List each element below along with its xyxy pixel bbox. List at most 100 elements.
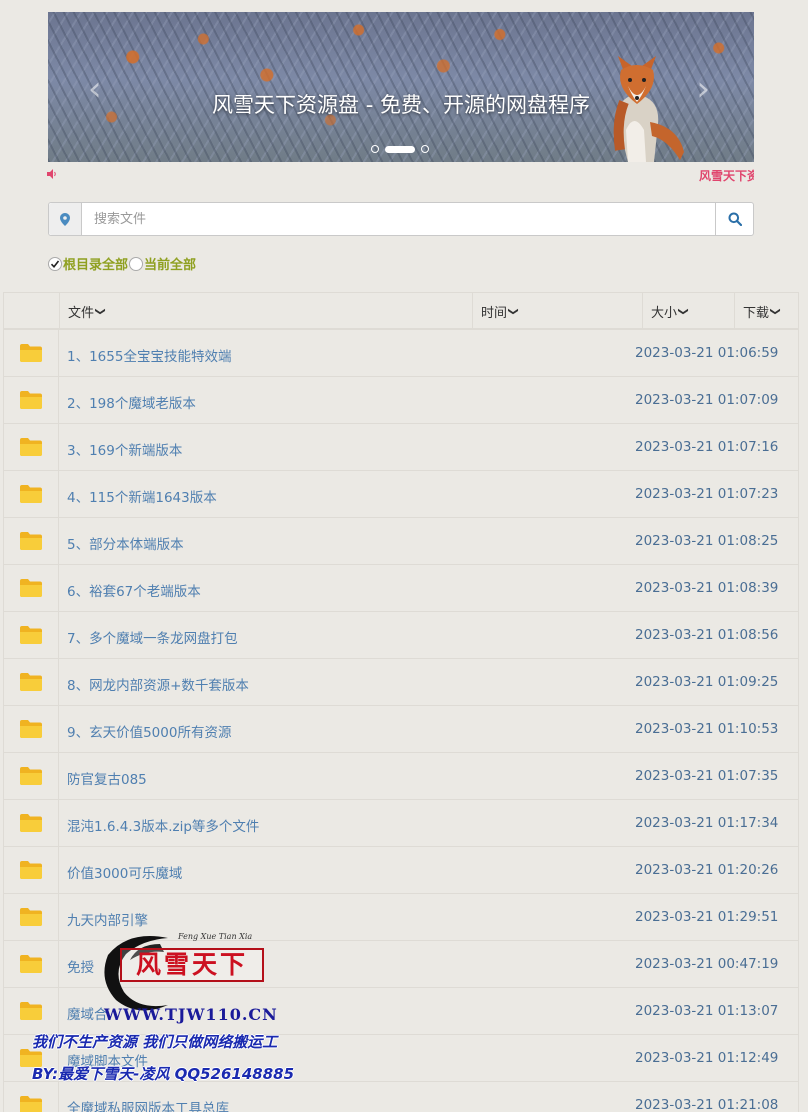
search-icon: [728, 212, 742, 226]
folder-icon: [4, 1035, 59, 1081]
folder-name-link[interactable]: 8、网龙内部资源+数千套版本: [67, 674, 249, 694]
folder-time: 2023-03-21 01:07:09: [635, 392, 779, 408]
table-row[interactable]: 3、169个新端版本 2023-03-21 01:07:16: [4, 424, 798, 471]
carousel-dot-2[interactable]: [385, 145, 415, 153]
folder-time: 2023-03-21 01:06:59: [635, 345, 779, 361]
folder-time: 2023-03-21 01:07:16: [635, 439, 779, 455]
folder-icon: [4, 565, 59, 611]
folder-icon: [4, 988, 59, 1034]
check-icon: [50, 260, 60, 268]
table-row[interactable]: 8、网龙内部资源+数千套版本 2023-03-21 01:09:25: [4, 659, 798, 706]
banner-carousel[interactable]: 风雪天下资源盘 - 免费、开源的网盘程序 ‹ ›: [48, 12, 754, 162]
folder-icon: [4, 424, 59, 470]
folder-time: 2023-03-21 01:12:49: [635, 1050, 779, 1066]
chevron-down-icon: ❯: [507, 306, 519, 316]
folder-time: 2023-03-21 01:07:35: [635, 768, 779, 784]
folder-name-link[interactable]: 魔域脚本文件: [67, 1050, 148, 1070]
table-row[interactable]: 7、多个魔域一条龙网盘打包 2023-03-21 01:08:56: [4, 612, 798, 659]
folder-icon: [4, 1082, 59, 1112]
scope-radio-current[interactable]: [129, 256, 144, 271]
table-body: 1、1655全宝宝技能特效端 2023-03-21 01:06:59 2、198个魔…: [4, 330, 798, 1112]
carousel-next-button[interactable]: ›: [696, 72, 710, 106]
folder-icon: [4, 894, 59, 940]
sort-by-size-header[interactable]: 大小 ❯: [642, 293, 734, 329]
folder-name-link[interactable]: 免授: [67, 956, 94, 976]
notice-marquee: 风雪天下资: [47, 166, 754, 184]
folder-icon: [4, 471, 59, 517]
folder-time: 2023-03-21 01:08:39: [635, 580, 779, 596]
folder-time: 2023-03-21 01:07:23: [635, 486, 779, 502]
folder-icon: [4, 800, 59, 846]
scope-label-current[interactable]: 当前全部: [144, 254, 196, 273]
folder-time: 2023-03-21 00:47:19: [635, 956, 779, 972]
file-table: 文件 ❯ 时间 ❯ 大小 ❯ 下载 ❯ 1、1655全宝宝技能特效端 2023-0…: [3, 292, 799, 1112]
chevron-down-icon: ❯: [94, 306, 106, 316]
table-row[interactable]: 2、198个魔域老版本 2023-03-21 01:07:09: [4, 377, 798, 424]
header-time-label: 时间: [481, 305, 508, 321]
table-row[interactable]: 6、裕套67个老端版本 2023-03-21 01:08:39: [4, 565, 798, 612]
table-header: 文件 ❯ 时间 ❯ 大小 ❯ 下载 ❯: [4, 292, 798, 330]
folder-time: 2023-03-21 01:13:07: [635, 1003, 779, 1019]
table-row[interactable]: 价值3000可乐魔域 2023-03-21 01:20:26: [4, 847, 798, 894]
folder-name-link[interactable]: 价值3000可乐魔域: [67, 862, 182, 882]
folder-name-link[interactable]: 防官复古085: [67, 768, 147, 788]
folder-time: 2023-03-21 01:17:34: [635, 815, 779, 831]
folder-icon: [4, 612, 59, 658]
table-row[interactable]: 免授 2023-03-21 00:47:19: [4, 941, 798, 988]
folder-icon: [4, 330, 59, 376]
folder-name-link[interactable]: 九天内部引擎: [67, 909, 148, 929]
scope-radio-root[interactable]: [48, 256, 62, 271]
search-input[interactable]: [82, 203, 715, 235]
folder-icon: [4, 659, 59, 705]
folder-icon: [4, 753, 59, 799]
table-row[interactable]: 九天内部引擎 2023-03-21 01:29:51: [4, 894, 798, 941]
table-row[interactable]: 9、玄天价值5000所有资源 2023-03-21 01:10:53: [4, 706, 798, 753]
folder-icon: [4, 377, 59, 423]
folder-time: 2023-03-21 01:20:26: [635, 862, 779, 878]
folder-name-link[interactable]: 2、198个魔域老版本: [67, 392, 196, 412]
table-row[interactable]: 防官复古085 2023-03-21 01:07:35: [4, 753, 798, 800]
folder-time: 2023-03-21 01:09:25: [635, 674, 779, 690]
sort-by-file-header[interactable]: 文件 ❯: [59, 293, 472, 329]
table-row[interactable]: 4、115个新端1643版本 2023-03-21 01:07:23: [4, 471, 798, 518]
table-row[interactable]: 混沌1.6.4.3版本.zip等多个文件 2023-03-21 01:17:34: [4, 800, 798, 847]
folder-name-link[interactable]: 3、169个新端版本: [67, 439, 182, 459]
table-row[interactable]: 1、1655全宝宝技能特效端 2023-03-21 01:06:59: [4, 330, 798, 377]
table-row[interactable]: 全魔域私服网版本工具总库 2023-03-21 01:21:08: [4, 1082, 798, 1112]
header-size-label: 大小: [651, 305, 678, 321]
carousel-dot-1[interactable]: [371, 145, 379, 153]
notice-text: 风雪天下资: [699, 169, 754, 183]
folder-time: 2023-03-21 01:08:25: [635, 533, 779, 549]
folder-time: 2023-03-21 01:10:53: [635, 721, 779, 737]
sort-by-time-header[interactable]: 时间 ❯: [472, 293, 642, 329]
scope-label-root[interactable]: 根目录全部: [63, 254, 128, 273]
folder-name-link[interactable]: 全魔域私服网版本工具总库: [67, 1097, 229, 1112]
folder-icon: [4, 706, 59, 752]
table-row[interactable]: 魔域合 2023-03-21 01:13:07: [4, 988, 798, 1035]
folder-time: 2023-03-21 01:29:51: [635, 909, 779, 925]
folder-icon: [4, 847, 59, 893]
header-file-label: 文件: [68, 305, 95, 321]
chevron-down-icon: ❯: [769, 306, 781, 316]
folder-name-link[interactable]: 9、玄天价值5000所有资源: [67, 721, 231, 741]
header-download-label: 下载: [743, 305, 770, 321]
folder-icon: [4, 518, 59, 564]
search-scope: 根目录全部 当前全部: [48, 254, 196, 273]
folder-name-link[interactable]: 4、115个新端1643版本: [67, 486, 217, 506]
speaker-icon: [47, 169, 56, 179]
folder-time: 2023-03-21 01:21:08: [635, 1097, 779, 1112]
table-row[interactable]: 魔域脚本文件 2023-03-21 01:12:49: [4, 1035, 798, 1082]
folder-name-link[interactable]: 6、裕套67个老端版本: [67, 580, 201, 600]
search-button[interactable]: [715, 203, 753, 235]
folder-name-link[interactable]: 5、部分本体端版本: [67, 533, 184, 553]
folder-name-link[interactable]: 魔域合: [67, 1003, 108, 1023]
table-row[interactable]: 5、部分本体端版本 2023-03-21 01:08:25: [4, 518, 798, 565]
chevron-down-icon: ❯: [677, 306, 689, 316]
carousel-dot-3[interactable]: [421, 145, 429, 153]
folder-name-link[interactable]: 混沌1.6.4.3版本.zip等多个文件: [67, 815, 259, 835]
sort-by-download-header[interactable]: 下载 ❯: [734, 293, 800, 329]
carousel-prev-button[interactable]: ‹: [88, 72, 102, 106]
header-icon-column: [4, 293, 59, 329]
folder-name-link[interactable]: 1、1655全宝宝技能特效端: [67, 345, 231, 365]
folder-name-link[interactable]: 7、多个魔域一条龙网盘打包: [67, 627, 238, 647]
